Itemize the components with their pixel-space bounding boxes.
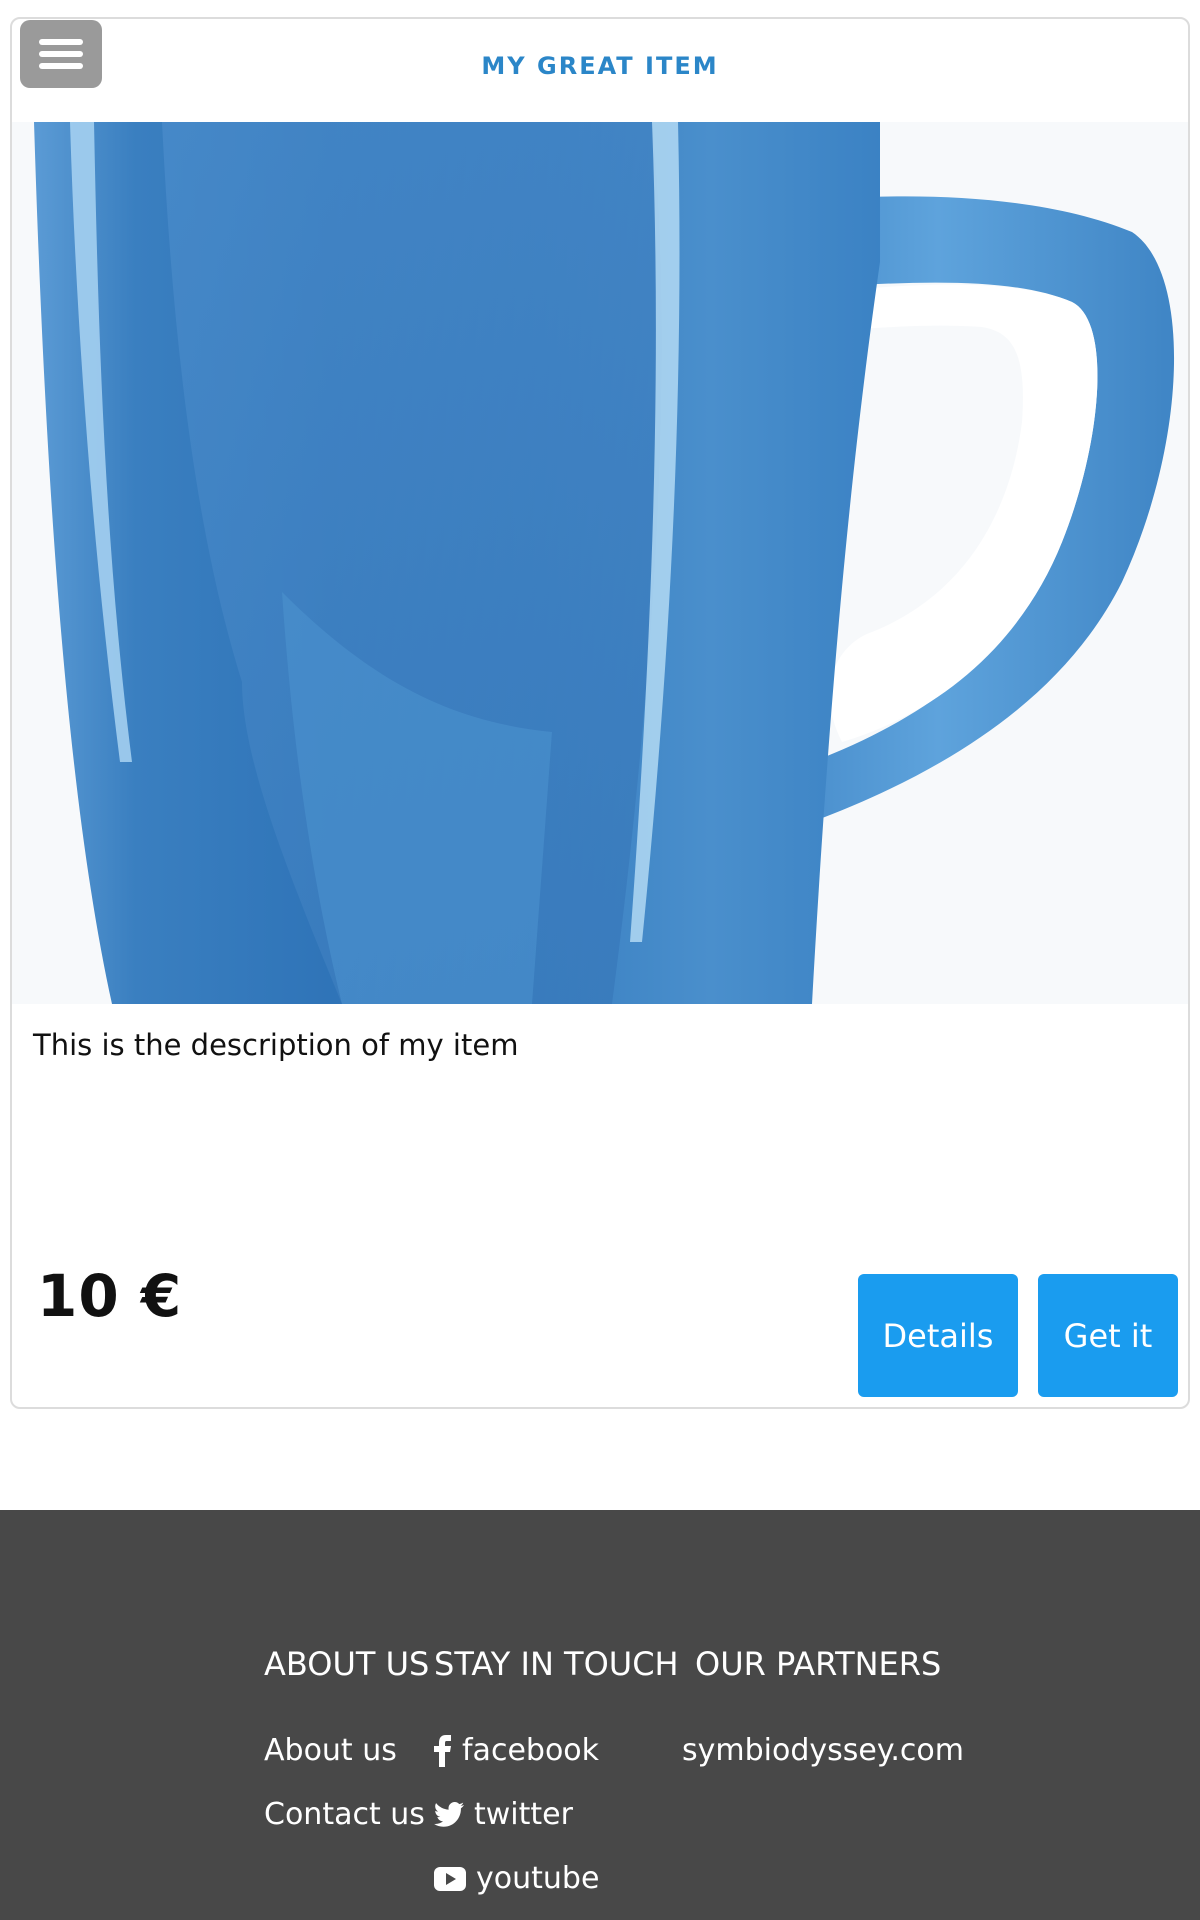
item-price: 10 € — [37, 1262, 183, 1330]
footer: ABOUT US STAY IN TOUCH OUR PARTNERS Abou… — [0, 1510, 1200, 1920]
twitter-icon — [434, 1801, 464, 1827]
details-button[interactable]: Details — [858, 1274, 1018, 1397]
facebook-icon — [434, 1734, 451, 1767]
footer-heading-stay-in-touch: STAY IN TOUCH — [434, 1645, 679, 1683]
get-it-button[interactable]: Get it — [1038, 1274, 1178, 1397]
youtube-link[interactable]: youtube — [434, 1861, 599, 1896]
item-image — [12, 122, 1188, 1004]
item-description: This is the description of my item — [33, 1028, 519, 1062]
twitter-label: twitter — [474, 1797, 573, 1832]
youtube-label: youtube — [476, 1861, 600, 1896]
footer-heading-partners: OUR PARTNERS — [695, 1645, 942, 1683]
about-us-link[interactable]: About us — [264, 1733, 397, 1768]
blue-mug-illustration — [12, 122, 1188, 1004]
facebook-label: facebook — [462, 1733, 600, 1768]
partner-link-symbiodyssey[interactable]: symbiodyssey.com — [682, 1733, 964, 1768]
item-title: MY GREAT ITEM — [481, 52, 719, 80]
youtube-icon — [434, 1866, 466, 1891]
footer-heading-about: ABOUT US — [264, 1645, 430, 1683]
twitter-link[interactable]: twitter — [434, 1797, 573, 1832]
contact-us-link[interactable]: Contact us — [264, 1797, 425, 1832]
facebook-link[interactable]: facebook — [434, 1733, 599, 1768]
